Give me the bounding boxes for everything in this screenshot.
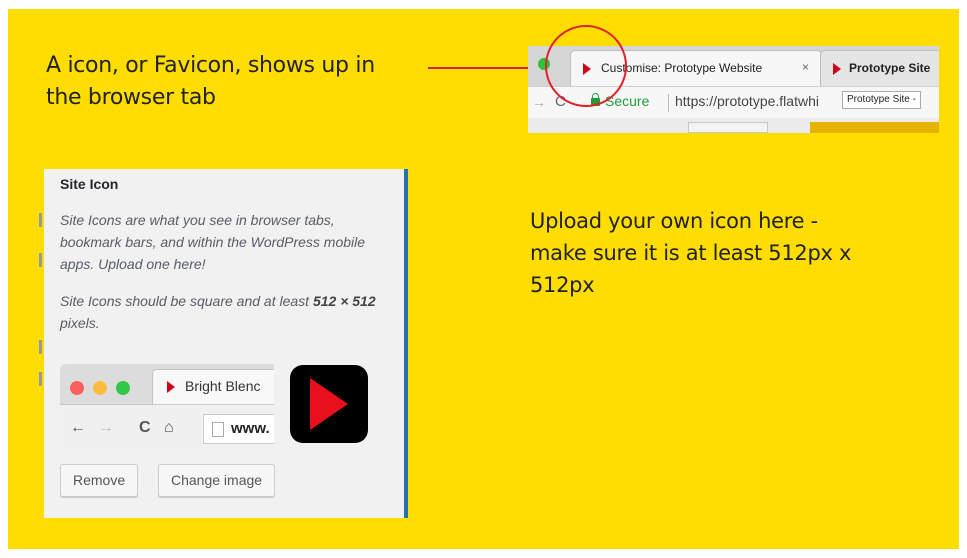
page-icon (212, 422, 224, 437)
preview-url: www. (231, 420, 270, 437)
favicon-callout: A icon, or Favicon, shows up in the brow… (46, 50, 375, 114)
upload-callout: Upload your own icon here - make sure it… (530, 205, 851, 301)
panel-edge-mark (39, 372, 42, 386)
back-arrow-icon[interactable]: → (532, 94, 546, 110)
change-image-button[interactable]: Change image (158, 464, 276, 497)
forward-arrow-icon: → (98, 419, 114, 436)
preview-toolbar: ← → C ⌂ www. (60, 404, 274, 452)
panel-edge-mark (39, 253, 42, 267)
url-text[interactable]: https://prototype.flatwhi (675, 93, 819, 109)
panel-edge-mark (39, 340, 42, 354)
favicon-icon (833, 63, 841, 75)
favicon-callout-line-2: the browser tab (46, 85, 216, 110)
back-arrow-icon: ← (70, 419, 86, 436)
site-icon-heading: Site Icon (60, 176, 119, 192)
size-note-suffix: pixels. (60, 315, 100, 331)
highlight-circle (545, 25, 627, 107)
tab-title: Prototype Site (849, 61, 931, 75)
remove-button[interactable]: Remove (60, 464, 139, 497)
site-icon-description: Site Icons are what you see in browser t… (60, 212, 366, 272)
home-icon: ⌂ (164, 419, 174, 436)
site-icon-image (290, 365, 368, 443)
upload-callout-line-2: make sure it is at least 512px x (530, 241, 852, 265)
upload-callout-line-1: Upload your own icon here - (530, 209, 818, 233)
favicon-callout-line-1: A icon, or Favicon, shows up in (46, 53, 375, 78)
preview-tab: Bright Blenc (152, 369, 274, 404)
page-gold-strip (810, 122, 939, 133)
reload-icon: C (139, 419, 151, 436)
favicon-icon (167, 381, 175, 393)
size-note-dimensions: 512 × 512 (312, 293, 376, 309)
page-box (688, 122, 768, 133)
size-note-prefix: Site Icons should be square and at least (60, 293, 313, 309)
panel-right-border (404, 169, 408, 518)
close-dot-icon (70, 381, 84, 395)
minimize-dot-icon (93, 381, 107, 395)
tab-prototype-site[interactable]: Prototype Site (820, 50, 939, 86)
preview-tab-title: Bright Blenc (185, 378, 261, 394)
zoom-dot-icon (116, 381, 130, 395)
panel-edge-mark (39, 213, 42, 227)
close-icon[interactable]: × (802, 60, 809, 74)
site-icon-size-note: Site Icons should be square and at least… (60, 290, 396, 334)
upload-callout-line-3: 512px (530, 273, 595, 297)
play-triangle-icon (310, 378, 348, 430)
address-separator (668, 94, 669, 112)
tab-tooltip: Prototype Site - (842, 91, 921, 109)
preview-address-field: www. (203, 414, 274, 444)
site-icon-panel: Site Icon Site Icons are what you see in… (44, 169, 408, 518)
favicon-preview: Bright Blenc ← → C ⌂ www. (60, 364, 274, 452)
